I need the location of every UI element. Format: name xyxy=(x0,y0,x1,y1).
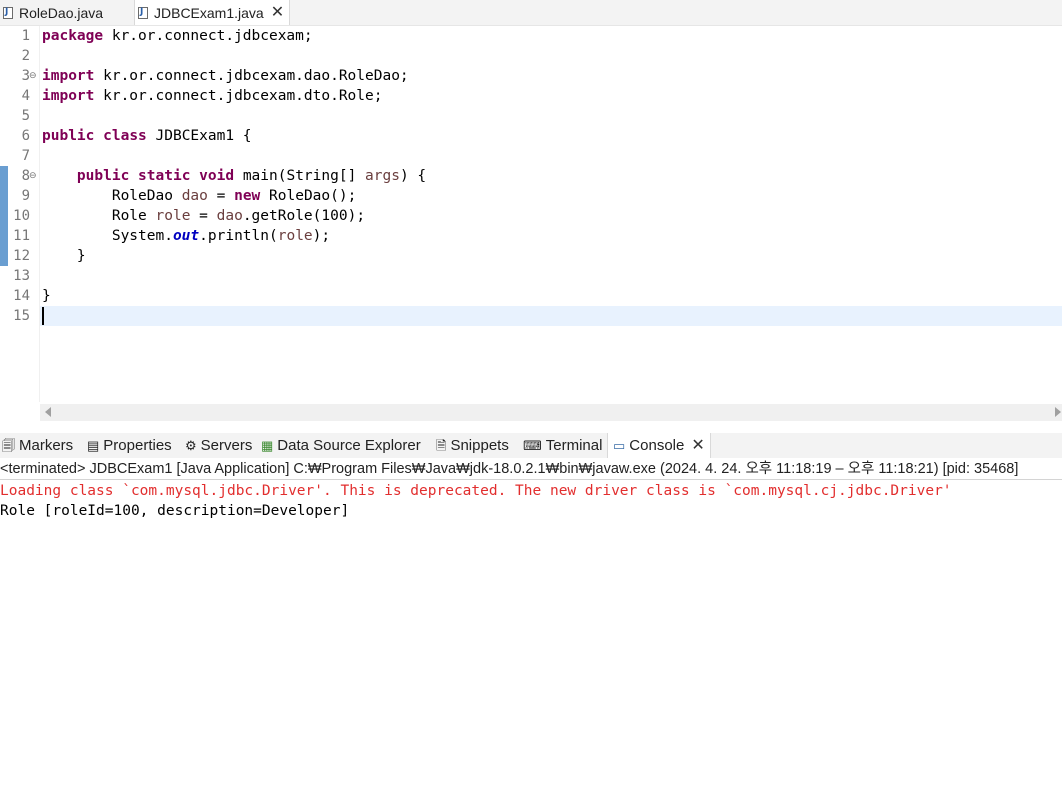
line-number: 8 xyxy=(21,168,30,184)
code-line-14: } xyxy=(42,288,51,304)
line-number: 3 xyxy=(21,68,30,84)
code-line-10: Role role = dao.getRole(100); xyxy=(111,208,366,224)
code-line-9: RoleDao dao = new RoleDao(); xyxy=(111,188,357,204)
tab-markers[interactable]: 🗐 Markers xyxy=(2,433,73,458)
tab-label: RoleDao.java xyxy=(19,4,104,21)
line-number: 14 xyxy=(13,288,30,304)
code-line-12: } xyxy=(42,248,86,264)
tab-snippets[interactable]: 🗎 Snippets xyxy=(436,433,509,458)
data-source-icon: ▦ xyxy=(261,438,274,453)
fold-icon[interactable]: ⊖ xyxy=(29,171,37,181)
code-line-11: System.out.println(role); xyxy=(111,228,331,244)
line-number: 1 xyxy=(21,28,30,44)
code-line-4: import kr.or.connect.jdbcexam.dto.Role; xyxy=(42,88,383,104)
code-line-3: import kr.or.connect.jdbcexam.dao.RoleDa… xyxy=(42,68,409,84)
tab-roledao-java[interactable]: RoleDao.java xyxy=(0,0,133,25)
editor-tab-bar: RoleDao.java JDBCExam1.java ✕ xyxy=(0,0,1062,26)
line-number: 12 xyxy=(13,248,30,264)
java-file-icon xyxy=(3,6,13,19)
horizontal-scrollbar[interactable] xyxy=(40,404,1062,421)
scroll-track[interactable] xyxy=(56,408,1050,416)
code-line-8: public static void main(String[] args) { xyxy=(76,168,427,184)
tab-label: Properties xyxy=(103,437,172,454)
line-number: 15 xyxy=(13,308,30,324)
terminal-icon: ⌨ xyxy=(523,438,542,453)
tab-label: Markers xyxy=(19,437,74,454)
line-number: 2 xyxy=(21,48,30,64)
tab-properties[interactable]: ▤ Properties xyxy=(87,433,172,458)
console-status-line: <terminated> JDBCExam1 [Java Application… xyxy=(0,461,1019,477)
line-number: 5 xyxy=(21,108,30,124)
tab-label: Data Source Explorer xyxy=(277,437,421,454)
line-number: 9 xyxy=(21,188,30,204)
tab-jdbcexam1-java[interactable]: JDBCExam1.java ✕ xyxy=(134,0,290,25)
code-line-1: package kr.or.connect.jdbcexam; xyxy=(42,28,313,44)
tab-data-source-explorer[interactable]: ▦ Data Source Explorer xyxy=(261,433,421,458)
close-icon[interactable]: ✕ xyxy=(691,437,704,454)
tab-label: Terminal xyxy=(545,437,603,454)
snippets-icon: 🗎 xyxy=(436,438,447,453)
java-file-icon xyxy=(138,6,148,19)
console-output-line: Loading class `com.mysql.jdbc.Driver'. T… xyxy=(0,483,952,499)
tab-label: Console xyxy=(629,437,685,454)
tab-terminal[interactable]: ⌨ Terminal xyxy=(523,433,602,458)
view-tab-bar: 🗐 Markers ▤ Properties ⚙ Servers ▦ Data … xyxy=(0,433,1062,458)
tab-label: Snippets xyxy=(450,437,509,454)
line-number: 7 xyxy=(21,148,30,164)
close-icon[interactable]: ✕ xyxy=(271,4,284,21)
line-number: 10 xyxy=(13,208,30,224)
console-icon: ▭ xyxy=(613,438,626,453)
line-number-ruler: 1 2 3 ⊖ 4 5 6 7 8 ⊖ 9 10 11 12 13 14 15 xyxy=(0,26,40,402)
scroll-right-icon[interactable] xyxy=(1055,407,1061,417)
markers-icon: 🗐 xyxy=(2,438,15,453)
tab-console[interactable]: ▭ Console ✕ xyxy=(607,433,711,458)
tab-servers[interactable]: ⚙ Servers xyxy=(185,433,252,458)
divider xyxy=(0,479,1062,480)
line-number: 13 xyxy=(13,268,30,284)
code-editor[interactable]: package kr.or.connect.jdbcexam; import k… xyxy=(40,26,1062,402)
scroll-left-icon[interactable] xyxy=(45,407,51,417)
fold-icon[interactable]: ⊖ xyxy=(29,71,37,81)
servers-icon: ⚙ xyxy=(185,438,197,453)
line-number: 4 xyxy=(21,88,30,104)
tab-label: Servers xyxy=(200,437,253,454)
console-output-line: Role [roleId=100, description=Developer] xyxy=(0,503,350,519)
code-line-6: public class JDBCExam1 { xyxy=(42,128,252,144)
tab-label: JDBCExam1.java xyxy=(154,4,264,21)
line-number: 11 xyxy=(13,228,30,244)
properties-icon: ▤ xyxy=(87,438,100,453)
line-number: 6 xyxy=(21,128,30,144)
